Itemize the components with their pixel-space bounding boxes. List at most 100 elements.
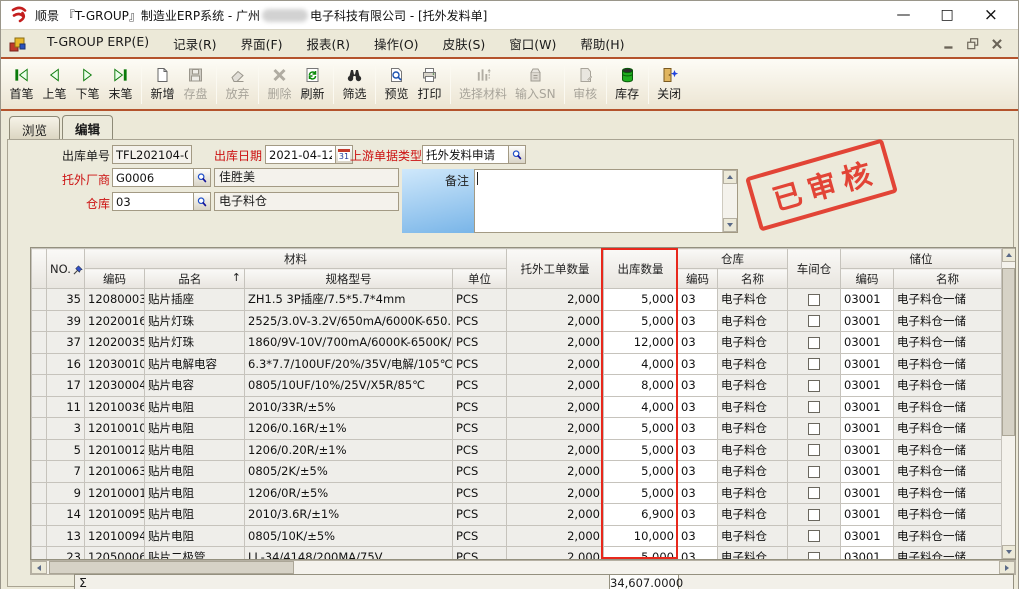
table-row[interactable]: 712010063贴片电阻0805/2K/±5%PCS2,0005,00003电… (32, 461, 1002, 483)
cell-spec[interactable]: 2010/3.6R/±1% (245, 504, 453, 526)
cell-out-qty[interactable]: 12,000 (604, 332, 678, 354)
vertical-scroll-thumb[interactable] (1002, 268, 1015, 436)
cell-workshop-checkbox[interactable] (788, 310, 841, 332)
cell-material-name[interactable]: 贴片电阻 (145, 482, 245, 504)
workshop-checkbox[interactable] (808, 294, 820, 306)
cell-spec[interactable]: 1206/0.20R/±1% (245, 439, 453, 461)
cell-warehouse-name[interactable]: 电子料仓 (718, 525, 788, 547)
cell-warehouse-code[interactable]: 03 (678, 310, 718, 332)
cell-spec[interactable]: 1860/9V-10V/700mA/6000K-6500K/... (245, 332, 453, 354)
cell-unit[interactable]: PCS (453, 289, 507, 311)
header-order-qty[interactable]: 托外工单数量 (507, 249, 604, 289)
cell-location-code[interactable]: 03001 (841, 547, 894, 561)
cell-location-code[interactable]: 03001 (841, 418, 894, 440)
cell-no[interactable]: 16 (47, 353, 85, 375)
cell-material-code[interactable]: 12020016 (85, 310, 145, 332)
cell-warehouse-code[interactable]: 03 (678, 504, 718, 526)
cell-unit[interactable]: PCS (453, 353, 507, 375)
cell-workshop-checkbox[interactable] (788, 289, 841, 311)
workshop-checkbox[interactable] (808, 401, 820, 413)
table-row[interactable]: 1612030010贴片电解电容6.3*7.7/100UF/20%/35V/电解… (32, 353, 1002, 375)
cell-warehouse-name[interactable]: 电子料仓 (718, 504, 788, 526)
cell-material-code[interactable]: 12010010 (85, 418, 145, 440)
cell-spec[interactable]: 0805/10UF/10%/25V/X5R/85℃ (245, 375, 453, 397)
cell-location-name[interactable]: 电子料仓一储 (894, 504, 1002, 526)
cell-no[interactable]: 39 (47, 310, 85, 332)
cell-location-code[interactable]: 03001 (841, 525, 894, 547)
cell-warehouse-code[interactable]: 03 (678, 375, 718, 397)
cell-warehouse-name[interactable]: 电子料仓 (718, 375, 788, 397)
cell-location-code[interactable]: 03001 (841, 461, 894, 483)
nav-next-button[interactable]: 下笔 (71, 65, 104, 104)
table-row[interactable]: 1712030004贴片电容0805/10UF/10%/25V/X5R/85℃P… (32, 375, 1002, 397)
cell-workshop-checkbox[interactable] (788, 418, 841, 440)
cell-unit[interactable]: PCS (453, 547, 507, 561)
cell-material-code[interactable]: 12010063 (85, 461, 145, 483)
cell-warehouse-code[interactable]: 03 (678, 525, 718, 547)
vendor-code-input[interactable] (113, 169, 193, 186)
cell-no[interactable]: 11 (47, 396, 85, 418)
row-selector-cell[interactable] (32, 310, 47, 332)
cell-workshop-checkbox[interactable] (788, 525, 841, 547)
header-name[interactable]: 品名↑ (145, 269, 245, 289)
row-selector-cell[interactable] (32, 289, 47, 311)
cell-spec[interactable]: LL-34/4148/200MA/75V (245, 547, 453, 561)
cell-location-name[interactable]: 电子料仓一储 (894, 353, 1002, 375)
cell-warehouse-name[interactable]: 电子料仓 (718, 461, 788, 483)
row-selector-cell[interactable] (32, 482, 47, 504)
cell-spec[interactable]: 0805/10K/±5% (245, 525, 453, 547)
cell-location-name[interactable]: 电子料仓一储 (894, 482, 1002, 504)
cell-out-qty[interactable]: 5,000 (604, 461, 678, 483)
table-row[interactable]: 3912020016贴片灯珠2525/3.0V-3.2V/650mA/6000K… (32, 310, 1002, 332)
refresh-button[interactable]: 刷新 (296, 65, 329, 104)
cell-location-code[interactable]: 03001 (841, 439, 894, 461)
cell-order-qty[interactable]: 2,000 (507, 547, 604, 561)
new-doc-button[interactable]: 新增 (146, 65, 179, 104)
cell-workshop-checkbox[interactable] (788, 547, 841, 561)
cell-warehouse-name[interactable]: 电子料仓 (718, 396, 788, 418)
cell-material-name[interactable]: 贴片电阻 (145, 461, 245, 483)
cell-warehouse-name[interactable]: 电子料仓 (718, 310, 788, 332)
close-button[interactable]: × (984, 8, 998, 22)
cell-unit[interactable]: PCS (453, 332, 507, 354)
cell-warehouse-name[interactable]: 电子料仓 (718, 547, 788, 561)
workshop-checkbox[interactable] (808, 509, 820, 521)
header-out-qty[interactable]: 出库数量 (604, 249, 678, 289)
doc-no-input[interactable] (113, 146, 191, 163)
cell-material-name[interactable]: 贴片电阻 (145, 396, 245, 418)
cell-material-name[interactable]: 贴片电阻 (145, 439, 245, 461)
mdi-restore-button[interactable] (966, 38, 980, 50)
cell-warehouse-code[interactable]: 03 (678, 418, 718, 440)
cell-location-name[interactable]: 电子料仓一储 (894, 375, 1002, 397)
cell-out-qty[interactable]: 5,000 (604, 439, 678, 461)
row-selector-cell[interactable] (32, 418, 47, 440)
nav-prev-button[interactable]: 上笔 (38, 65, 71, 104)
workshop-checkbox[interactable] (808, 530, 820, 542)
cell-location-name[interactable]: 电子料仓一储 (894, 289, 1002, 311)
cell-order-qty[interactable]: 2,000 (507, 461, 604, 483)
cell-workshop-checkbox[interactable] (788, 396, 841, 418)
cell-no[interactable]: 5 (47, 439, 85, 461)
cell-out-qty[interactable]: 5,000 (604, 310, 678, 332)
mdi-minimize-button[interactable] (942, 38, 956, 50)
minimize-button[interactable]: — (897, 8, 911, 22)
header-wh-code[interactable]: 编码 (678, 269, 718, 289)
cell-material-code[interactable]: 12010001 (85, 482, 145, 504)
cell-location-name[interactable]: 电子料仓一储 (894, 332, 1002, 354)
workshop-checkbox[interactable] (808, 358, 820, 370)
cell-out-qty[interactable]: 5,000 (604, 418, 678, 440)
cell-unit[interactable]: PCS (453, 482, 507, 504)
row-selector-cell[interactable] (32, 396, 47, 418)
cell-order-qty[interactable]: 2,000 (507, 525, 604, 547)
table-row[interactable]: 1412010095贴片电阻2010/3.6R/±1%PCS2,0006,900… (32, 504, 1002, 526)
workshop-checkbox[interactable] (808, 315, 820, 327)
cell-out-qty[interactable]: 6,900 (604, 504, 678, 526)
cell-location-name[interactable]: 电子料仓一储 (894, 547, 1002, 561)
cell-warehouse-name[interactable]: 电子料仓 (718, 353, 788, 375)
cell-workshop-checkbox[interactable] (788, 482, 841, 504)
workshop-checkbox[interactable] (808, 487, 820, 499)
cell-warehouse-code[interactable]: 03 (678, 482, 718, 504)
preview-button[interactable]: 预览 (380, 65, 413, 104)
cell-material-name[interactable]: 贴片灯珠 (145, 332, 245, 354)
scroll-right-icon[interactable] (999, 561, 1015, 574)
